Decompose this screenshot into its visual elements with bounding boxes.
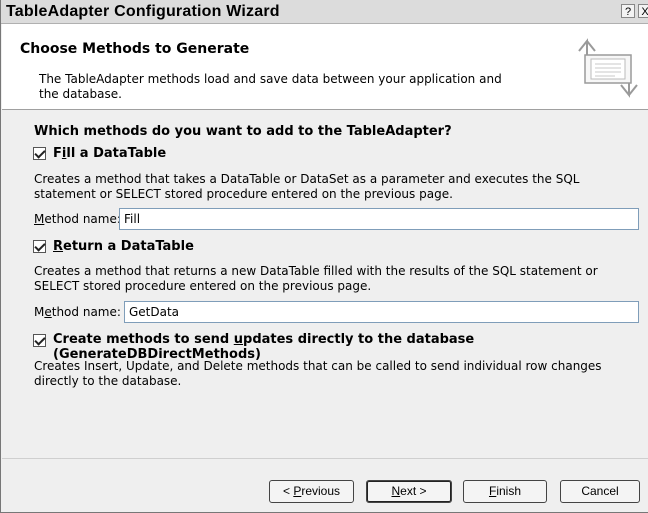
- next-button[interactable]: Next >: [366, 480, 452, 503]
- window-title: TableAdapter Configuration Wizard: [6, 3, 280, 20]
- help-icon[interactable]: ?: [621, 4, 635, 18]
- finish-button[interactable]: Finish: [463, 480, 547, 503]
- cancel-button[interactable]: Cancel: [560, 480, 640, 503]
- return-method-label: Method name:: [34, 305, 121, 319]
- page-subtitle: The TableAdapter methods load and save d…: [39, 72, 502, 101]
- page-title: Choose Methods to Generate: [20, 41, 250, 57]
- return-description: Creates a method that returns a new Data…: [34, 264, 598, 293]
- return-method-name-input[interactable]: GetData: [124, 301, 639, 323]
- fill-datatable-checkbox[interactable]: [33, 147, 46, 160]
- fill-method-label: Method name:: [34, 212, 121, 226]
- close-icon[interactable]: X: [638, 4, 648, 18]
- title-bar: TableAdapter Configuration Wizard ? X: [1, 0, 648, 24]
- fill-method-name-input[interactable]: Fill: [119, 208, 639, 230]
- fill-description: Creates a method that takes a DataTable …: [34, 172, 580, 201]
- return-datatable-checkbox[interactable]: [33, 240, 46, 253]
- direct-methods-checkbox[interactable]: [33, 334, 46, 347]
- wizard-window: TableAdapter Configuration Wizard ? X Ch…: [0, 0, 648, 513]
- wizard-header: Choose Methods to Generate The TableAdap…: [2, 24, 648, 110]
- return-datatable-label[interactable]: Return a DataTable: [53, 239, 194, 254]
- methods-question: Which methods do you want to add to the …: [34, 124, 452, 139]
- database-arrows-icon: [578, 38, 638, 98]
- previous-button[interactable]: < Previous: [269, 480, 354, 503]
- fill-datatable-label[interactable]: Fill a DataTable: [53, 146, 166, 161]
- footer-divider: [2, 458, 648, 459]
- direct-methods-label[interactable]: Create methods to send updates directly …: [53, 332, 648, 362]
- direct-methods-description: Creates Insert, Update, and Delete metho…: [34, 359, 602, 388]
